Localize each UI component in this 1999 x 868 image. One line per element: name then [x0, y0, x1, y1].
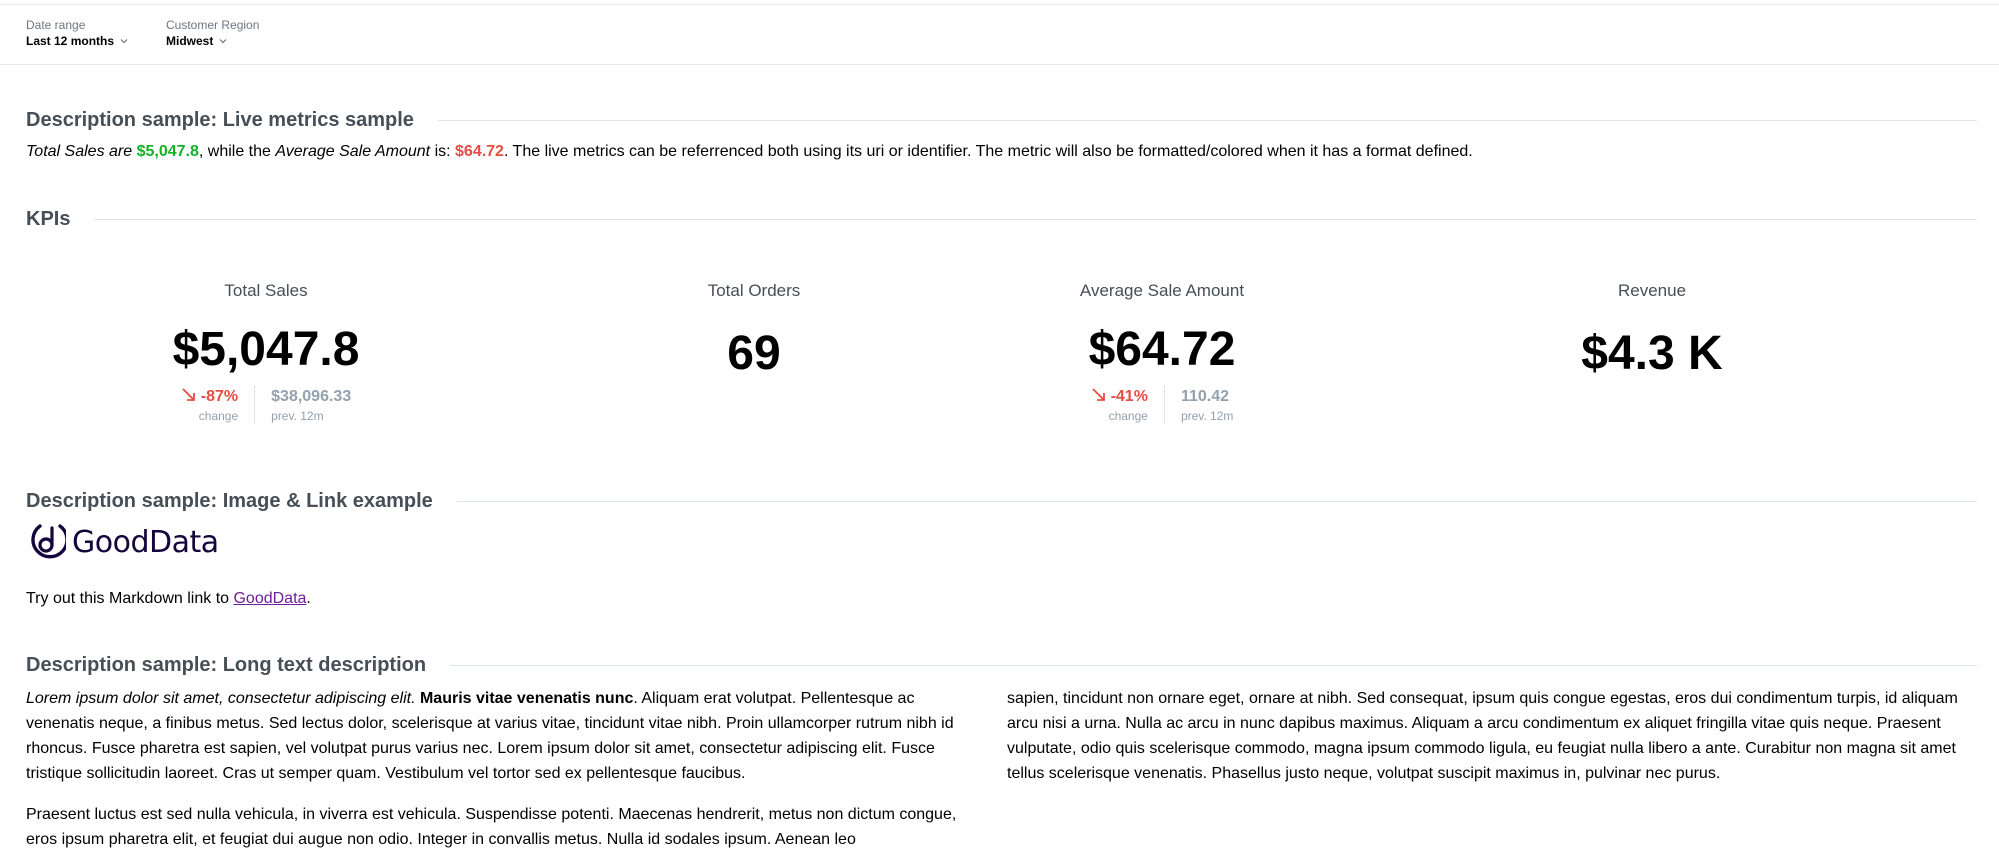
text-fragment: Lorem ipsum dolor sit amet, consectetur …	[26, 690, 416, 707]
kpi-name: Average Sale Amount	[1079, 281, 1245, 300]
text-fragment: Average Sale Amount	[275, 143, 431, 160]
kpi-change: -41% change	[1075, 386, 1164, 424]
chevron-down-icon	[219, 39, 227, 44]
text-fragment: is:	[430, 143, 456, 160]
section-title: Description sample: Live metrics sample	[26, 108, 414, 131]
kpi-comparison: -41% change 110.42 prev. 12m	[982, 386, 1342, 424]
section-title: Description sample: Image & Link example	[26, 489, 433, 512]
kpi-revenue[interactable]: Revenue $4.3 K	[1472, 280, 1832, 382]
filter-label: Customer Region	[166, 18, 260, 32]
kpi-previous-label: prev. 12m	[1180, 409, 1234, 423]
kpi-total-orders[interactable]: Total Orders 69	[574, 280, 934, 382]
kpi-change-label: change	[198, 409, 239, 423]
live-metric-average-sale: $64.72	[455, 143, 504, 160]
kpi-name: Total Sales	[224, 281, 308, 300]
text-fragment: Total Sales are	[26, 143, 137, 160]
text-fragment: Try out this Markdown link to	[26, 590, 234, 607]
section-title: KPIs	[26, 207, 71, 230]
kpi-previous: 110.42 prev. 12m	[1163, 386, 1249, 424]
kpi-previous-label: prev. 12m	[271, 409, 324, 423]
live-metric-total-sales: $5,047.8	[136, 143, 199, 160]
filter-value-text: Midwest	[166, 34, 214, 48]
gooddata-logo-icon	[31, 524, 66, 559]
long-text-column-left: Lorem ipsum dolor sit amet, consectetur …	[26, 686, 986, 868]
gooddata-link[interactable]: GoodData	[233, 590, 306, 607]
customer-region-filter[interactable]: Customer Region Midwest	[166, 18, 259, 49]
section-title: Description sample: Long text descriptio…	[26, 653, 427, 676]
section-header-long-text: Description sample: Long text descriptio…	[26, 653, 1977, 677]
filter-label: Date range	[26, 18, 86, 32]
kpi-comparison: -87% change $38,096.33 prev. 12m	[86, 386, 446, 424]
kpi-previous-value: $38,096.33	[271, 388, 352, 405]
kpi-change-label: change	[1108, 409, 1148, 423]
kpi-value: $4.3 K	[1581, 327, 1723, 380]
kpi-change: -87% change	[165, 386, 254, 424]
chevron-down-icon	[120, 39, 128, 44]
arrow-down-right-icon	[1091, 388, 1105, 401]
kpi-name: Total Orders	[707, 281, 801, 300]
kpi-change-value: -41%	[1110, 388, 1148, 405]
section-divider	[94, 218, 1977, 220]
section-header-image-link: Description sample: Image & Link example	[26, 489, 1977, 513]
paragraph: Praesent luctus est sed nulla vehicula, …	[26, 806, 957, 848]
section-divider	[450, 664, 1977, 666]
kpi-total-sales[interactable]: Total Sales $5,047.8 -87% change $38,096…	[86, 280, 446, 424]
gooddata-logo: GoodData	[26, 520, 219, 564]
kpi-value: 69	[727, 327, 781, 380]
kpi-average-sale-amount[interactable]: Average Sale Amount $64.72 -41% change 1…	[982, 280, 1342, 424]
section-divider	[456, 500, 1977, 502]
section-header-live-metrics: Description sample: Live metrics sample	[26, 108, 1977, 132]
filter-bar: Date range Last 12 months Customer Regio…	[0, 5, 1999, 65]
kpi-value: $64.72	[1088, 323, 1236, 376]
arrow-down-right-icon	[182, 388, 195, 401]
filter-value[interactable]: Midwest	[166, 33, 259, 49]
paragraph: Lorem ipsum dolor sit amet, consectetur …	[26, 686, 986, 786]
text-fragment: , while the	[198, 143, 276, 160]
paragraph: sapien, tincidunt non ornare eget, ornar…	[1007, 690, 1958, 782]
filter-value[interactable]: Last 12 months	[26, 33, 129, 49]
markdown-link-line: Try out this Markdown link to GoodData.	[26, 588, 311, 610]
kpi-previous-value: 110.42	[1180, 388, 1229, 405]
text-fragment: Mauris vitae venenatis nunc	[419, 690, 634, 707]
section-divider	[437, 119, 1977, 121]
kpi-name: Revenue	[1617, 281, 1687, 300]
live-metrics-description: Total Sales are $5,047.8, while the Aver…	[26, 141, 1473, 163]
kpi-change-value: -87%	[200, 388, 239, 405]
long-text-column-right: sapien, tincidunt non ornare eget, ornar…	[1007, 686, 1967, 802]
section-header-kpis: KPIs	[26, 207, 1977, 231]
logo-wordmark: GoodData	[72, 524, 219, 560]
text-fragment: . The live metrics can be referrenced bo…	[503, 143, 1473, 160]
kpi-value: $5,047.8	[172, 323, 360, 376]
kpi-previous: $38,096.33 prev. 12m	[254, 386, 367, 424]
text-fragment: .	[306, 590, 311, 607]
filter-value-text: Last 12 months	[26, 34, 115, 48]
date-range-filter[interactable]: Date range Last 12 months	[26, 18, 129, 49]
